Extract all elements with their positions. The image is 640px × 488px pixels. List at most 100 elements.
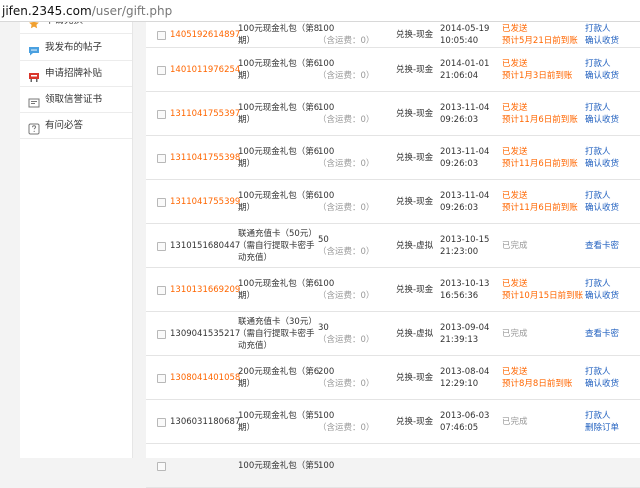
gift-name-line: 动充值） [238, 341, 273, 351]
points-value: 100 [318, 279, 335, 289]
action-link[interactable]: 打款人 [585, 58, 611, 70]
freight-note: （含运费：0） [318, 71, 375, 81]
signboard-icon [28, 68, 40, 82]
order-id[interactable]: 1310131669209 [170, 284, 240, 296]
order-id[interactable]: 1401011976254 [170, 64, 240, 76]
points-value: 100 [318, 461, 335, 471]
gift-name-line: 100元现金礼包（第5 [238, 411, 320, 421]
exchange-method: 兑换-现金 [396, 65, 434, 75]
order-date: 2013-10-13 [440, 279, 490, 289]
status-badge: 已发送 [502, 279, 528, 289]
action-link[interactable]: 确认收货 [585, 158, 619, 170]
action-link[interactable]: 打款人 [585, 366, 611, 378]
order-id: 1310151680447 [170, 241, 241, 251]
row-checkbox[interactable] [157, 462, 166, 471]
exchange-method: 兑换-虚拟 [396, 241, 434, 251]
row-checkbox[interactable] [157, 154, 166, 163]
action-link[interactable]: 打款人 [585, 23, 611, 35]
row-checkbox[interactable] [157, 330, 166, 339]
freight-note: （含运费：0） [318, 291, 375, 301]
table-row: 1308041401058 200元现金礼包（第6 期） 200 （含运费：0） 兑换-现… [146, 356, 640, 400]
order-id[interactable]: 1311041755398 [170, 152, 240, 164]
action-link[interactable]: 确认收货 [585, 70, 619, 82]
certificate-icon [28, 94, 40, 108]
sidebar-item-my-posts[interactable]: 我发布的帖子 [20, 35, 132, 61]
gift-name-line: 联通充值卡（50元） [238, 229, 317, 239]
url-path: /user/gift.php [91, 4, 173, 18]
action-link[interactable]: 打款人 [585, 410, 611, 422]
order-id: 1306031180687 [170, 417, 241, 427]
freight-note: （含运费：0） [318, 115, 375, 125]
chat-bubble-icon [28, 42, 40, 56]
order-id[interactable]: 1311041755399 [170, 196, 240, 208]
sidebar-item-sign-subsidy[interactable]: 申请招牌补贴 [20, 61, 132, 87]
action-link[interactable]: 查看卡密 [585, 328, 619, 340]
question-icon [28, 120, 40, 135]
gift-name-line: 期） [238, 115, 256, 125]
status-badge: 已发送 [502, 59, 528, 69]
action-link[interactable]: 确认收货 [585, 114, 619, 126]
status-badge: 已完成 [502, 329, 528, 339]
gift-name-line: 100元现金礼包（第6 [238, 191, 320, 201]
sidebar-item-certificate[interactable]: 领取信誉证书 [20, 87, 132, 113]
points-value: 30 [318, 323, 329, 333]
order-date: 2013-10-15 [440, 235, 490, 245]
row-checkbox[interactable] [157, 418, 166, 427]
sidebar-item-qa[interactable]: 有问必答 [20, 113, 132, 139]
arrival-estimate: 预计1月3日前到账 [502, 71, 573, 81]
arrival-estimate: 预计11月6日前到账 [502, 115, 578, 125]
sidebar-item-label: 我发布的帖子 [45, 42, 103, 53]
status-badge: 已发送 [502, 367, 528, 377]
row-checkbox[interactable] [157, 198, 166, 207]
status-badge: 已完成 [502, 241, 528, 251]
table-row: 1309041535217 联通充值卡（30元） （需自行提取卡密手 动充值） 30 （含… [146, 312, 640, 356]
order-id[interactable]: 1311041755397 [170, 108, 240, 120]
action-link[interactable]: 打款人 [585, 146, 611, 158]
points-value: 100 [318, 411, 335, 421]
row-checkbox[interactable] [157, 374, 166, 383]
gift-orders-list: 1405192614897 100元现金礼包（第8 期） 100 （含运费：0） 兑换-现… [146, 22, 640, 488]
sidebar-menu: 申请兑换我发布的帖子申请招牌补贴领取信誉证书有问必答 [20, 15, 133, 458]
order-date: 2013-09-04 [440, 323, 490, 333]
action-link[interactable]: 确认收货 [585, 378, 619, 390]
gift-name-line: 100元现金礼包（第6 [238, 279, 320, 289]
action-link[interactable]: 查看卡密 [585, 240, 619, 252]
action-link[interactable]: 打款人 [585, 190, 611, 202]
table-row: 1310151680447 联通充值卡（50元） （需自行提取卡密手 动充值） 50 （含… [146, 224, 640, 268]
exchange-method: 兑换-现金 [396, 285, 434, 295]
gift-name-line: 期） [238, 203, 256, 213]
order-time: 21:39:13 [440, 335, 479, 345]
order-id[interactable]: 1308041401058 [170, 372, 240, 384]
row-checkbox[interactable] [157, 66, 166, 75]
order-date: 2013-11-04 [440, 147, 490, 157]
row-checkbox[interactable] [157, 110, 166, 119]
points-value: 100 [318, 147, 335, 157]
freight-note: （含运费：0） [318, 423, 375, 433]
page-gutter [0, 22, 20, 458]
action-link[interactable]: 确认收货 [585, 290, 619, 302]
status-badge: 已完成 [502, 417, 528, 427]
row-checkbox[interactable] [157, 286, 166, 295]
action-link[interactable]: 确认收货 [585, 35, 619, 47]
exchange-method: 兑换-虚拟 [396, 329, 434, 339]
row-checkbox[interactable] [157, 31, 166, 40]
freight-note: （含运费：0） [318, 203, 375, 213]
order-time: 10:05:40 [440, 36, 479, 46]
gift-name-line: 100元现金礼包（第5 [238, 461, 320, 471]
gift-name-line: 100元现金礼包（第6 [238, 59, 320, 69]
exchange-method: 兑换-现金 [396, 417, 434, 427]
order-id[interactable]: 1405192614897 [170, 29, 240, 41]
points-value: 100 [318, 191, 335, 201]
address-bar[interactable]: jifen.2345.com/user/gift.php [0, 0, 640, 22]
gift-name-line: （需自行提取卡密手 [238, 329, 315, 339]
action-link[interactable]: 删除订单 [585, 422, 619, 434]
status-badge: 已发送 [502, 24, 528, 34]
sidebar-item-label: 领取信誉证书 [45, 94, 103, 105]
exchange-method: 兑换-现金 [396, 153, 434, 163]
arrival-estimate: 预计8月8日前到账 [502, 379, 573, 389]
action-link[interactable]: 打款人 [585, 102, 611, 114]
action-link[interactable]: 打款人 [585, 278, 611, 290]
row-checkbox[interactable] [157, 242, 166, 251]
action-link[interactable]: 确认收货 [585, 202, 619, 214]
exchange-method: 兑换-现金 [396, 197, 434, 207]
